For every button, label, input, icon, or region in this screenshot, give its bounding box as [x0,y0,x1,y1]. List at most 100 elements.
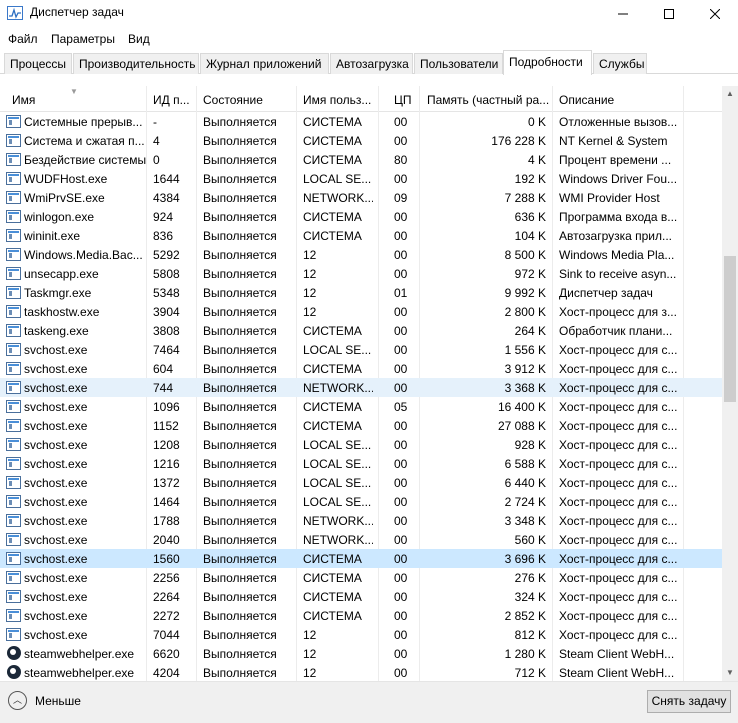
tab-users[interactable]: Пользователи [414,53,503,74]
process-memory: 712 K [514,666,546,680]
process-pid: 2264 [153,590,180,604]
menu-file[interactable]: Файл [8,32,38,46]
process-state: Выполняется [203,647,277,661]
process-state: Выполняется [203,571,277,585]
table-row[interactable]: svchost.exe 2256 Выполняется СИСТЕМА 00 276 K… [0,568,722,587]
close-button[interactable] [692,0,738,28]
close-icon [710,9,720,19]
process-cpu: 00 [394,438,408,452]
table-row[interactable]: WUDFHost.exe 1644 Выполняется LOCAL SE... 00… [0,169,722,188]
table-row[interactable]: Taskmgr.exe 5348 Выполняется 12 01 9 992 K Дис… [0,283,722,302]
scroll-up-arrow-icon[interactable]: ▲ [722,86,738,102]
scroll-down-arrow-icon[interactable]: ▼ [722,665,738,681]
table-row[interactable]: svchost.exe 1788 Выполняется NETWORK... 00 3 … [0,511,722,530]
table-row[interactable]: svchost.exe 2272 Выполняется СИСТЕМА 00 2 852… [0,606,722,625]
process-user: LOCAL SE... [303,476,372,490]
process-user: NETWORK... [303,191,373,205]
scrollbar-thumb[interactable] [724,256,736,402]
process-icon [6,115,21,128]
table-row[interactable]: winlogon.exe 924 Выполняется СИСТЕМА 00 636 K… [0,207,722,226]
column-header-pid[interactable]: ИД п... [153,93,195,107]
table-row[interactable]: svchost.exe 1372 Выполняется LOCAL SE... 00 6… [0,473,722,492]
table-row[interactable]: Бездействие системы 0 Выполняется СИСТЕМА 80… [0,150,722,169]
process-pid: 4 [153,134,160,148]
table-row[interactable]: svchost.exe 1464 Выполняется LOCAL SE... 00 2… [0,492,722,511]
process-user: СИСТЕМА [303,229,362,243]
table-row[interactable]: steamwebhelper.exe 4204 Выполняется 12 00 712… [0,663,722,681]
process-name: winlogon.exe [24,210,95,224]
process-description: Хост-процесс для с... [559,495,678,509]
tab-app-history[interactable]: Журнал приложений [200,53,329,74]
minimize-icon [618,13,628,15]
menu-parameters[interactable]: Параметры [51,32,115,46]
steam-icon [7,665,21,679]
process-name: svchost.exe [24,362,88,376]
process-icon [6,495,21,508]
process-user: СИСТЕМА [303,590,362,604]
vertical-scrollbar[interactable]: ▲ ▼ [722,86,738,681]
process-icon [6,134,21,147]
table-row[interactable]: svchost.exe 1560 Выполняется СИСТЕМА 00 3 696… [0,549,722,568]
table-row[interactable]: svchost.exe 7464 Выполняется LOCAL SE... 00 1… [0,340,722,359]
end-task-button[interactable]: Снять задачу [647,690,731,713]
process-cpu: 00 [394,514,408,528]
menu-view[interactable]: Вид [128,32,150,46]
column-header-memory[interactable]: Память (частный ра... [427,93,549,107]
table-row[interactable]: svchost.exe 1096 Выполняется СИСТЕМА 05 16 40… [0,397,722,416]
tab-services[interactable]: Службы [593,53,647,74]
process-pid: 5808 [153,267,180,281]
process-state: Выполняется [203,362,277,376]
process-memory: 972 K [514,267,546,281]
table-row[interactable]: unsecapp.exe 5808 Выполняется 12 00 972 K Sink… [0,264,722,283]
table-row[interactable]: svchost.exe 7044 Выполняется 12 00 812 K Хост-… [0,625,722,644]
process-pid: 6620 [153,647,180,661]
table-row[interactable]: svchost.exe 1216 Выполняется LOCAL SE... 00 6… [0,454,722,473]
process-description: Диспетчер задач [559,286,653,300]
table-row[interactable]: taskhostw.exe 3904 Выполняется 12 00 2 800 K Х… [0,302,722,321]
column-header-state[interactable]: Состояние [203,93,293,107]
table-row[interactable]: svchost.exe 2040 Выполняется NETWORK... 00 56… [0,530,722,549]
table-row[interactable]: svchost.exe 2264 Выполняется СИСТЕМА 00 324 K… [0,587,722,606]
table-row[interactable]: Система и сжатая п... 4 Выполняется СИСТЕМА… [0,131,722,150]
tab-performance[interactable]: Производительность [73,53,199,74]
process-state: Выполняется [203,229,277,243]
collapse-chevron-icon[interactable]: ︿ [8,691,27,710]
process-user: 12 [303,248,317,262]
table-row[interactable]: svchost.exe 604 Выполняется СИСТЕМА 00 3 912 … [0,359,722,378]
table-row[interactable]: svchost.exe 744 Выполняется NETWORK... 00 3 3… [0,378,722,397]
maximize-button[interactable] [646,0,692,28]
process-name: steamwebhelper.exe [24,666,135,680]
table-row[interactable]: steamwebhelper.exe 6620 Выполняется 12 00 1 2… [0,644,722,663]
process-name: WmiPrvSE.exe [24,191,105,205]
process-icon [6,324,21,337]
process-memory: 4 K [527,153,546,167]
process-pid: 1152 [153,419,179,433]
column-header-user[interactable]: Имя польз... [303,93,377,107]
process-icon [6,229,21,242]
process-state: Выполняется [203,476,277,490]
minimize-button[interactable] [600,0,646,28]
table-row[interactable]: Windows.Media.Bac... 5292 Выполняется 12 00 8… [0,245,722,264]
table-row[interactable]: svchost.exe 1208 Выполняется LOCAL SE... 00 9… [0,435,722,454]
table-header: ▼ Имя ИД п... Состояние Имя польз... ЦП … [0,86,722,112]
tab-details[interactable]: Подробности [503,50,592,75]
process-memory: 636 K [514,210,546,224]
column-header-name[interactable]: Имя [12,93,142,107]
table-row[interactable]: wininit.exe 836 Выполняется СИСТЕМА 00 104 K А… [0,226,722,245]
process-name: Taskmgr.exe [24,286,92,300]
process-user: LOCAL SE... [303,495,372,509]
tab-processes[interactable]: Процессы [4,53,72,74]
process-pid: 1372 [153,476,180,490]
table-row[interactable]: svchost.exe 1152 Выполняется СИСТЕМА 00 27 08… [0,416,722,435]
process-state: Выполняется [203,172,277,186]
table-row[interactable]: taskeng.exe 3808 Выполняется СИСТЕМА 00 264 K… [0,321,722,340]
fewer-details-link[interactable]: Меньше [35,694,81,708]
column-header-description[interactable]: Описание [559,93,683,107]
column-header-cpu[interactable]: ЦП [394,93,418,107]
process-cpu: 00 [394,628,408,642]
process-description: Хост-процесс для с... [559,571,678,585]
table-row[interactable]: Системные прерыв... - Выполняется СИСТЕМА 00… [0,112,722,131]
tab-startup[interactable]: Автозагрузка [330,53,413,74]
process-description: Хост-процесс для с... [559,590,678,604]
table-row[interactable]: WmiPrvSE.exe 4384 Выполняется NETWORK... 09 7… [0,188,722,207]
